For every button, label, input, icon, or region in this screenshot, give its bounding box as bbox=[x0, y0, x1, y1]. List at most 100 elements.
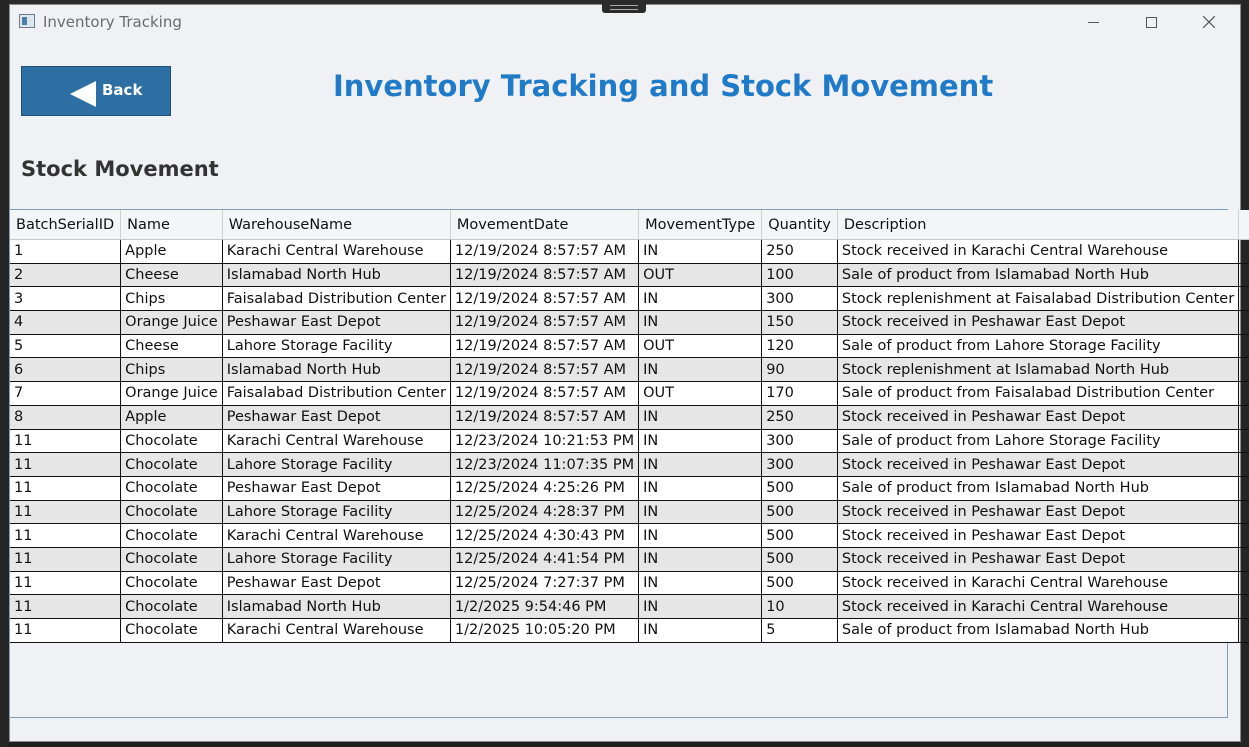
minimize-button[interactable] bbox=[1064, 5, 1122, 39]
cell-warehousename[interactable]: Lahore Storage Facility bbox=[222, 500, 451, 525]
column-header-description[interactable]: Description bbox=[837, 210, 1240, 240]
cell-warehousename[interactable]: Peshawar East Depot bbox=[222, 310, 451, 335]
cell-movementtype[interactable]: IN bbox=[638, 429, 763, 454]
cell-warehousename[interactable]: Islamabad North Hub bbox=[222, 263, 451, 288]
cell-warehousename[interactable]: Lahore Storage Facility bbox=[222, 547, 451, 572]
table-row[interactable]: 11 Chocolate Lahore Storage Facility 12/23/… bbox=[10, 452, 1249, 477]
cell-batchserialid[interactable]: 2 bbox=[10, 263, 122, 288]
column-header-quantity[interactable]: Quantity bbox=[761, 210, 838, 240]
cell-name[interactable]: Orange Juice bbox=[120, 310, 223, 335]
cell-quantity[interactable]: 300 bbox=[761, 286, 838, 312]
cell-description[interactable]: Sale of product from Islamabad North Hub bbox=[837, 263, 1240, 288]
cell-warehousename[interactable]: Islamabad North Hub bbox=[222, 357, 451, 383]
cell-movementdate[interactable]: 12/19/2024 8:57:57 AM bbox=[450, 405, 640, 430]
cell-batchserialid[interactable]: 7 bbox=[10, 381, 122, 406]
cell-description[interactable]: Sale of product from Lahore Storage Faci… bbox=[837, 429, 1240, 454]
cell-movementtype[interactable]: IN bbox=[638, 500, 763, 525]
table-row[interactable]: 11 Chocolate Lahore Storage Facility 12/25/… bbox=[10, 547, 1249, 572]
cell-quantity[interactable]: 250 bbox=[761, 405, 838, 430]
cell-movementtype[interactable]: IN bbox=[638, 594, 763, 619]
column-header-movementtype[interactable]: MovementType bbox=[638, 210, 763, 240]
cell-quantity[interactable]: 120 bbox=[761, 334, 838, 359]
cell-batchserialid[interactable]: 11 bbox=[10, 618, 122, 643]
cell-movementtype[interactable]: IN bbox=[638, 571, 763, 596]
table-row[interactable]: 11 Chocolate Karachi Central Warehouse 12/2… bbox=[10, 523, 1249, 548]
cell-movementtype[interactable]: IN bbox=[638, 286, 763, 312]
cell-description[interactable]: Sale of product from Islamabad North Hub bbox=[837, 618, 1240, 643]
cell-movementtype[interactable]: IN bbox=[638, 239, 763, 264]
cell-warehousename[interactable]: Karachi Central Warehouse bbox=[222, 429, 451, 454]
cell-movementdate[interactable]: 12/25/2024 4:28:37 PM bbox=[450, 500, 640, 525]
cell-movementtype[interactable]: IN bbox=[638, 523, 763, 548]
column-header-batchserialid[interactable]: BatchSerialID bbox=[10, 210, 122, 240]
table-row[interactable]: 6 Chips Islamabad North Hub 12/19/2024 8:57… bbox=[10, 357, 1249, 383]
cell-quantity[interactable]: 300 bbox=[761, 429, 838, 454]
cell-batchserialid[interactable]: 5 bbox=[10, 334, 122, 359]
cell-movementdate[interactable]: 12/23/2024 10:21:53 PM bbox=[450, 429, 640, 454]
cell-batchserialid[interactable]: 11 bbox=[10, 594, 122, 619]
column-header-warehousename[interactable]: WarehouseName bbox=[222, 210, 451, 240]
cell-description[interactable]: Stock received in Karachi Central Wareho… bbox=[837, 571, 1240, 596]
cell-description[interactable]: Stock received in Peshawar East Depot bbox=[837, 547, 1240, 572]
cell-batchserialid[interactable]: 8 bbox=[10, 405, 122, 430]
table-row[interactable]: 11 Chocolate Karachi Central Warehouse 12/2… bbox=[10, 429, 1249, 454]
cell-movementtype[interactable]: IN bbox=[638, 452, 763, 477]
close-button[interactable] bbox=[1180, 5, 1238, 39]
table-row[interactable]: 11 Chocolate Islamabad North Hub 1/2/2025 9… bbox=[10, 594, 1249, 619]
cell-name[interactable]: Orange Juice bbox=[120, 381, 223, 406]
cell-name[interactable]: Chocolate bbox=[120, 476, 223, 501]
cell-warehousename[interactable]: Peshawar East Depot bbox=[222, 476, 451, 501]
cell-description[interactable]: Sale of product from Islamabad North Hub bbox=[837, 476, 1240, 501]
cell-name[interactable]: Chocolate bbox=[120, 547, 223, 572]
cell-warehousename[interactable]: Faisalabad Distribution Center bbox=[222, 381, 451, 406]
cell-description[interactable]: Stock replenishment at Faisalabad Distri… bbox=[837, 286, 1240, 312]
cell-movementdate[interactable]: 12/25/2024 7:27:37 PM bbox=[450, 571, 640, 596]
cell-name[interactable]: Chocolate bbox=[120, 594, 223, 619]
column-header-movementdate[interactable]: MovementDate bbox=[450, 210, 640, 240]
cell-name[interactable]: Chocolate bbox=[120, 523, 223, 548]
cell-batchserialid[interactable]: 11 bbox=[10, 547, 122, 572]
cell-description[interactable]: Sale of product from Faisalabad Distribu… bbox=[837, 381, 1240, 406]
table-row[interactable]: 4 Orange Juice Peshawar East Depot 12/19/20… bbox=[10, 310, 1249, 335]
cell-movementtype[interactable]: OUT bbox=[638, 263, 763, 288]
cell-batchserialid[interactable]: 3 bbox=[10, 286, 122, 312]
table-row[interactable]: 8 Apple Peshawar East Depot 12/19/2024 8:57… bbox=[10, 405, 1249, 430]
cell-batchserialid[interactable]: 11 bbox=[10, 500, 122, 525]
cell-batchserialid[interactable]: 11 bbox=[10, 476, 122, 501]
cell-movementdate[interactable]: 12/25/2024 4:30:43 PM bbox=[450, 523, 640, 548]
cell-name[interactable]: Cheese bbox=[120, 263, 223, 288]
cell-warehousename[interactable]: Lahore Storage Facility bbox=[222, 452, 451, 477]
cell-movementdate[interactable]: 12/19/2024 8:57:57 AM bbox=[450, 286, 640, 312]
cell-quantity[interactable]: 500 bbox=[761, 476, 838, 501]
cell-movementtype[interactable]: IN bbox=[638, 476, 763, 501]
cell-quantity[interactable]: 5 bbox=[761, 618, 838, 643]
cell-movementtype[interactable]: OUT bbox=[638, 381, 763, 406]
cell-warehousename[interactable]: Faisalabad Distribution Center bbox=[222, 286, 451, 312]
cell-name[interactable]: Apple bbox=[120, 405, 223, 430]
cell-quantity[interactable]: 170 bbox=[761, 381, 838, 406]
table-row[interactable]: 11 Chocolate Peshawar East Depot 12/25/2024… bbox=[10, 571, 1249, 596]
cell-quantity[interactable]: 500 bbox=[761, 500, 838, 525]
cell-quantity[interactable]: 90 bbox=[761, 357, 838, 383]
cell-batchserialid[interactable]: 11 bbox=[10, 429, 122, 454]
stock-movement-grid[interactable]: BatchSerialID Name WarehouseName MovementDa… bbox=[9, 209, 1249, 718]
cell-movementdate[interactable]: 1/2/2025 10:05:20 PM bbox=[450, 618, 640, 643]
cell-description[interactable]: Stock received in Peshawar East Depot bbox=[837, 452, 1240, 477]
cell-movementdate[interactable]: 1/2/2025 9:54:46 PM bbox=[450, 594, 640, 619]
cell-name[interactable]: Chocolate bbox=[120, 618, 223, 643]
cell-description[interactable]: Stock received in Peshawar East Depot bbox=[837, 523, 1240, 548]
cell-movementdate[interactable]: 12/19/2024 8:57:57 AM bbox=[450, 310, 640, 335]
cell-name[interactable]: Chips bbox=[120, 357, 223, 383]
cell-warehousename[interactable]: Peshawar East Depot bbox=[222, 571, 451, 596]
table-row[interactable]: 11 Chocolate Karachi Central Warehouse 1/2/… bbox=[10, 618, 1249, 643]
cell-name[interactable]: Chocolate bbox=[120, 500, 223, 525]
cell-warehousename[interactable]: Karachi Central Warehouse bbox=[222, 618, 451, 643]
cell-warehousename[interactable]: Islamabad North Hub bbox=[222, 594, 451, 619]
cell-quantity[interactable]: 500 bbox=[761, 547, 838, 572]
cell-quantity[interactable]: 10 bbox=[761, 594, 838, 619]
cell-description[interactable]: Stock received in Peshawar East Depot bbox=[837, 310, 1240, 335]
cell-quantity[interactable]: 500 bbox=[761, 571, 838, 596]
cell-movementtype[interactable]: IN bbox=[638, 547, 763, 572]
cell-batchserialid[interactable]: 1 bbox=[10, 239, 122, 264]
table-row[interactable]: 1 Apple Karachi Central Warehouse 12/19/202… bbox=[10, 239, 1249, 264]
